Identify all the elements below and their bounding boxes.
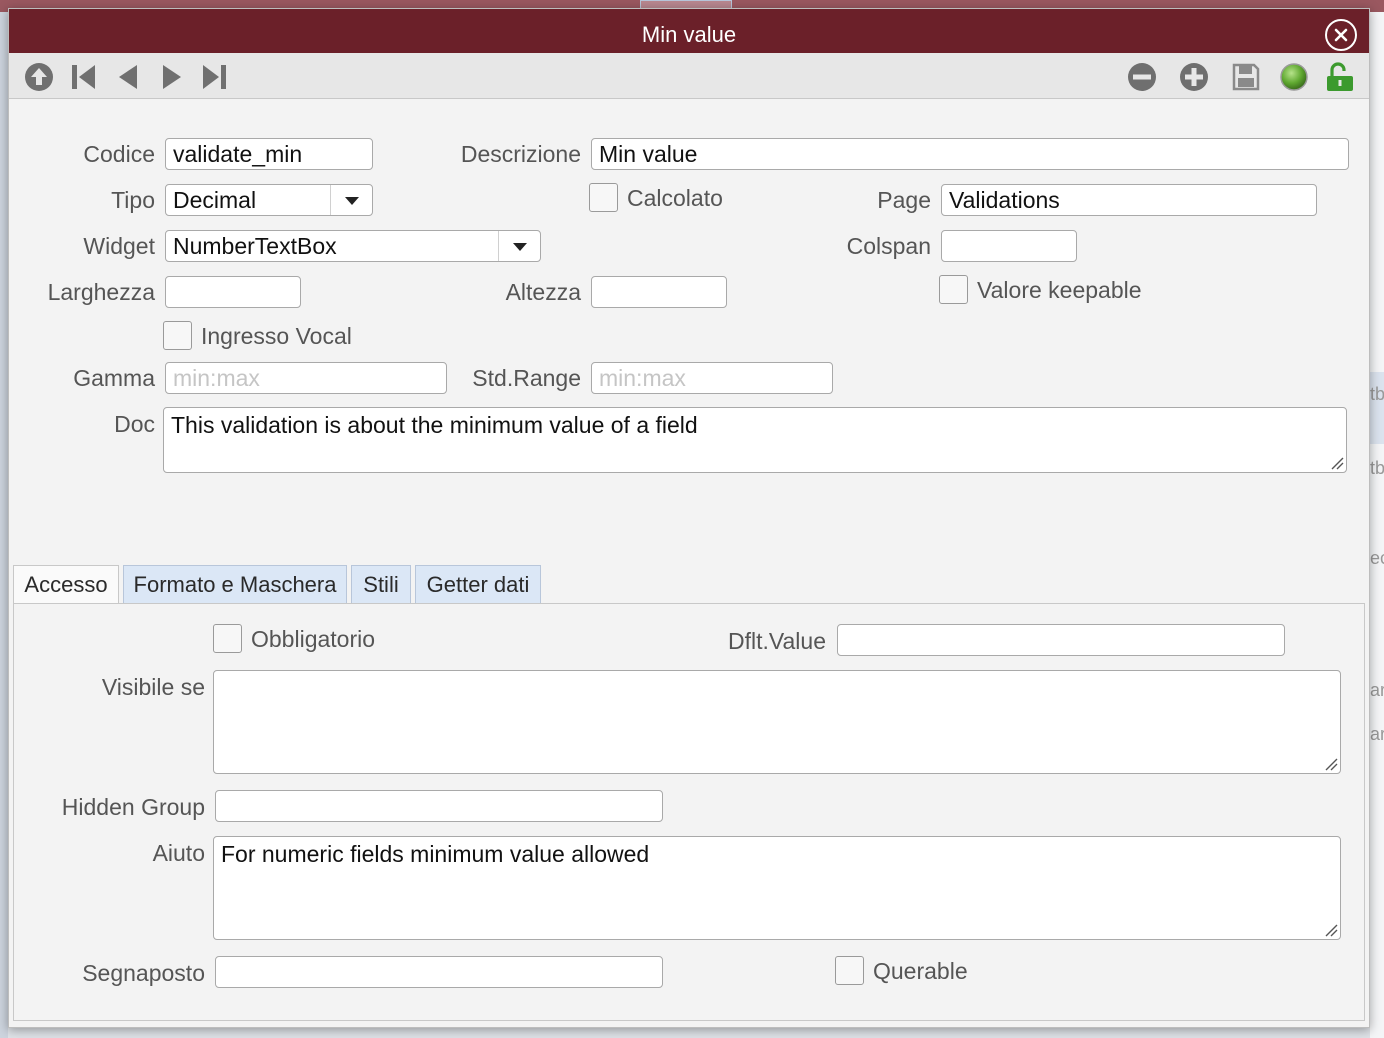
hidden-group-input[interactable]	[215, 790, 663, 822]
codice-input[interactable]: validate_min	[165, 138, 373, 170]
gamma-input[interactable]: min:max	[165, 362, 447, 394]
calcolato-label: Calcolato	[627, 185, 723, 211]
chevron-down-icon[interactable]	[498, 231, 540, 261]
aiuto-text: For numeric fields minimum value allowed	[221, 841, 650, 867]
codice-label: Codice	[83, 141, 155, 167]
descrizione-input[interactable]: Min value	[591, 138, 1349, 170]
background-left-strip	[0, 12, 8, 1038]
background-text-fragment: ec	[1370, 548, 1384, 568]
colspan-input[interactable]	[941, 230, 1077, 262]
obbligatorio-label: Obbligatorio	[251, 626, 376, 652]
toolbar	[9, 53, 1369, 99]
background-text-fragment: ar	[1370, 680, 1384, 700]
page-input[interactable]: Validations	[941, 184, 1317, 216]
first-record-icon[interactable]	[67, 61, 99, 93]
doc-text: This validation is about the minimum val…	[171, 412, 698, 438]
calcolato-checkbox[interactable]	[589, 183, 618, 212]
altezza-input[interactable]	[591, 276, 727, 308]
altezza-label: Altezza	[505, 279, 581, 305]
save-icon[interactable]	[1230, 61, 1262, 93]
ingresso-vocal-label: Ingresso Vocal	[201, 323, 352, 349]
field-editor-dialog: Min value Codice validate_min Descrizion…	[8, 8, 1370, 1028]
page-label: Page	[877, 187, 931, 213]
tab-getter-dati[interactable]: Getter dati	[415, 565, 541, 603]
status-indicator-icon	[1280, 63, 1308, 91]
resize-handle-icon[interactable]	[1330, 456, 1344, 470]
descrizione-label: Descrizione	[460, 141, 581, 167]
larghezza-label: Larghezza	[47, 279, 155, 305]
larghezza-input[interactable]	[165, 276, 301, 308]
resize-handle-icon[interactable]	[1324, 923, 1338, 937]
aiuto-label: Aiuto	[152, 840, 205, 866]
dialog-titlebar[interactable]: Min value	[9, 9, 1369, 53]
segnaposto-input[interactable]	[215, 956, 663, 988]
obbligatorio-checkbox[interactable]	[213, 624, 242, 653]
widget-selected-value: NumberTextBox	[173, 233, 337, 259]
unlock-icon[interactable]	[1323, 61, 1355, 93]
widget-label: Widget	[83, 233, 155, 259]
background-text-fragment: tb	[1370, 458, 1384, 478]
resize-handle-icon[interactable]	[1324, 757, 1338, 771]
tab-accesso[interactable]: Accesso	[13, 565, 119, 605]
doc-label: Doc	[114, 411, 155, 437]
doc-textarea[interactable]: This validation is about the minimum val…	[163, 407, 1347, 473]
std-range-input[interactable]: min:max	[591, 362, 833, 394]
segnaposto-label: Segnaposto	[82, 960, 205, 986]
accesso-tab-panel: Obbligatorio Dflt.Value Visibile se Hidd…	[13, 603, 1365, 1021]
hidden-group-label: Hidden Group	[61, 794, 205, 820]
chevron-down-icon[interactable]	[330, 185, 372, 215]
dialog-title: Min value	[641, 22, 737, 47]
background-highlight-row	[1370, 372, 1384, 444]
widget-select[interactable]: NumberTextBox	[165, 230, 541, 262]
add-record-icon[interactable]	[1178, 61, 1210, 93]
delete-record-icon[interactable]	[1126, 61, 1158, 93]
valore-keepable-checkbox[interactable]	[939, 275, 968, 304]
ingresso-vocal-checkbox[interactable]	[163, 321, 192, 350]
tipo-selected-value: Decimal	[173, 187, 257, 213]
std-range-label: Std.Range	[472, 365, 581, 391]
colspan-label: Colspan	[846, 233, 931, 259]
up-arrow-icon[interactable]	[23, 61, 55, 93]
tipo-label: Tipo	[111, 187, 155, 213]
close-icon	[1334, 28, 1348, 42]
visibile-se-textarea[interactable]	[213, 670, 1341, 774]
close-button[interactable]	[1325, 19, 1357, 51]
querable-label: Querable	[873, 958, 968, 984]
background-text-fragment: tb	[1370, 384, 1384, 404]
tab-formato-e-maschera[interactable]: Formato e Maschera	[123, 565, 347, 603]
next-record-icon[interactable]	[155, 61, 187, 93]
gamma-label: Gamma	[73, 365, 155, 391]
last-record-icon[interactable]	[199, 61, 231, 93]
aiuto-textarea[interactable]: For numeric fields minimum value allowed	[213, 836, 1341, 940]
tab-stili[interactable]: Stili	[351, 565, 411, 603]
background-right-strip: tb tb ec ar ar	[1370, 12, 1384, 1038]
visibile-se-label: Visibile se	[101, 674, 205, 700]
dflt-value-input[interactable]	[837, 624, 1285, 656]
previous-record-icon[interactable]	[111, 61, 143, 93]
querable-checkbox[interactable]	[835, 956, 864, 985]
dflt-value-label: Dflt.Value	[727, 628, 826, 654]
tipo-select[interactable]: Decimal	[165, 184, 373, 216]
background-text-fragment: ar	[1370, 724, 1384, 744]
valore-keepable-label: Valore keepable	[977, 277, 1142, 303]
